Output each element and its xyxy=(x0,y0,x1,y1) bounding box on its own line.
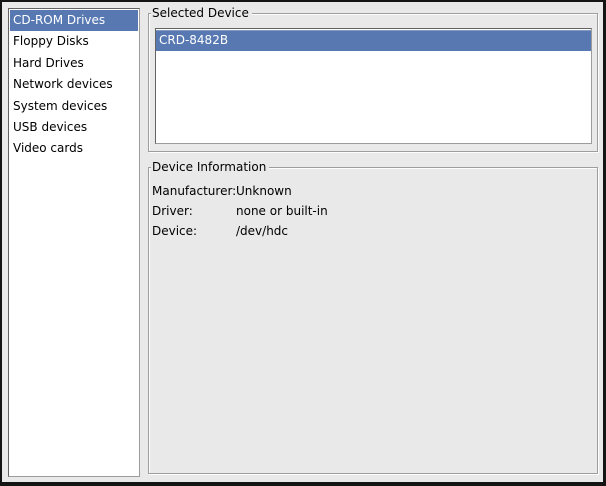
device-info-frame: Device Information Manufacturer: Unknown… xyxy=(148,167,598,474)
sidebar-item-video-cards[interactable]: Video cards xyxy=(10,138,138,159)
selected-device-frame-title: Selected Device xyxy=(151,6,252,21)
selected-device-frame: Selected Device CRD-8482B xyxy=(148,13,598,152)
device-list-item-crd-8482b[interactable]: CRD-8482B xyxy=(156,30,591,51)
info-value-device: /dev/hdc xyxy=(236,221,591,241)
info-label-driver: Driver: xyxy=(152,201,236,221)
device-info-rows: Manufacturer: Unknown Driver: none or bu… xyxy=(152,181,591,241)
info-row-driver: Driver: none or built-in xyxy=(152,201,591,221)
category-list[interactable]: CD-ROM Drives Floppy Disks Hard Drives N… xyxy=(8,8,140,477)
device-list[interactable]: CRD-8482B xyxy=(155,28,592,144)
info-value-manufacturer: Unknown xyxy=(236,181,591,201)
sidebar-item-floppy-disks[interactable]: Floppy Disks xyxy=(10,31,138,52)
sidebar-item-usb-devices[interactable]: USB devices xyxy=(10,117,138,138)
sidebar-item-cd-rom-drives[interactable]: CD-ROM Drives xyxy=(10,10,138,31)
sidebar-item-system-devices[interactable]: System devices xyxy=(10,96,138,117)
info-label-manufacturer: Manufacturer: xyxy=(152,181,236,201)
info-row-device: Device: /dev/hdc xyxy=(152,221,591,241)
hardware-browser-window: CD-ROM Drives Floppy Disks Hard Drives N… xyxy=(0,0,606,486)
info-label-device: Device: xyxy=(152,221,236,241)
info-row-manufacturer: Manufacturer: Unknown xyxy=(152,181,591,201)
info-value-driver: none or built-in xyxy=(236,201,591,221)
sidebar-item-hard-drives[interactable]: Hard Drives xyxy=(10,53,138,74)
device-info-frame-title: Device Information xyxy=(151,160,269,175)
sidebar-item-network-devices[interactable]: Network devices xyxy=(10,74,138,95)
